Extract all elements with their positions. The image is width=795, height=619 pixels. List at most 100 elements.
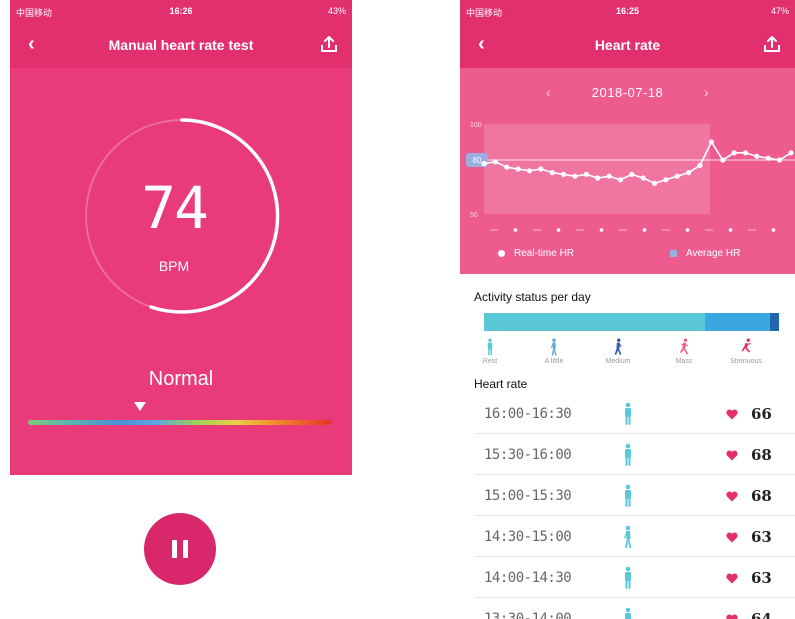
heart-icon — [726, 532, 738, 543]
hr-row-heart — [726, 530, 738, 548]
hr-row-heart — [726, 407, 738, 425]
bpm-unit: BPM — [158, 258, 190, 274]
realtime-hr-point — [572, 173, 578, 179]
realtime-hr-point — [731, 150, 737, 156]
scale-marker-icon — [134, 402, 146, 411]
hr-row-time: 13:30-14:00 — [484, 611, 572, 619]
realtime-hr-point — [595, 175, 601, 181]
share-upload-icon[interactable] — [320, 35, 338, 58]
nav-bar: ‹ Heart rate — [460, 22, 795, 68]
date-label: 2018-07-18 — [591, 85, 664, 100]
realtime-hr-point — [606, 173, 612, 179]
hr-row-time: 14:30-15:00 — [484, 529, 572, 545]
nav-bar: ‹ Manual heart rate test — [10, 22, 352, 68]
status-time: 16:26 — [169, 6, 193, 16]
realtime-hr-point — [515, 166, 521, 172]
hr-row-value: 64 — [751, 610, 772, 619]
heart-rate-screen: 中国移动 16:25 47% ‹ Heart rate ‹ 2018-07-18… — [460, 0, 795, 619]
activity-segment — [770, 313, 779, 331]
realtime-hr-point — [708, 139, 715, 145]
realtime-hr-point — [697, 162, 703, 168]
activity-segment — [484, 313, 706, 331]
hr-row-heart — [726, 489, 738, 507]
hr-row-value: 66 — [751, 405, 772, 423]
bpm-value: 74 — [141, 174, 209, 242]
hr-row-heart — [726, 448, 738, 466]
hr-list-row[interactable]: 15:00-15:30 68 — [474, 475, 795, 516]
hr-list-row[interactable]: 14:30-15:00 63 — [474, 516, 795, 557]
hr-row-activity — [622, 443, 634, 472]
activity-level-item: Strenuous — [714, 338, 778, 365]
heart-rate-chart-panel: ‹ 2018-07-18 › 100 50 80 Real-time HR Aver… — [460, 68, 795, 274]
activity-level-item: Rest — [460, 338, 522, 365]
pause-icon — [172, 540, 177, 558]
page-title: Manual heart rate test — [108, 37, 254, 53]
x-axis-tick — [599, 228, 604, 232]
hr-row-time: 14:00-14:30 — [484, 570, 572, 586]
hr-row-heart — [726, 612, 738, 619]
heart-icon — [726, 573, 738, 584]
status-bar: 中国移动 16:25 47% — [460, 0, 795, 22]
hr-row-value: 63 — [751, 528, 772, 546]
realtime-hr-point — [765, 155, 771, 161]
hr-row-heart — [726, 571, 738, 589]
activity-level-label: A little — [544, 358, 564, 365]
activity-level-label: Strenuous — [730, 358, 762, 365]
pause-button[interactable] — [144, 513, 216, 585]
hr-list-row[interactable]: 15:30-16:00 68 — [474, 434, 795, 475]
standing-person-icon — [625, 484, 631, 507]
sprinting-person-icon — [741, 338, 751, 353]
hr-row-activity — [622, 484, 634, 513]
running-person-icon — [679, 338, 689, 355]
hr-row-value: 68 — [751, 487, 772, 505]
hr-list-row[interactable]: 13:30-14:00 64 — [474, 598, 795, 619]
realtime-hr-point — [674, 173, 680, 179]
y-tick-label: 100 — [470, 122, 482, 129]
date-navigator: ‹ 2018-07-18 › — [460, 84, 795, 104]
activity-level-item: Medium — [586, 338, 650, 365]
heart-icon — [726, 409, 738, 420]
hr-list-row[interactable]: 16:00-16:30 66 — [474, 393, 795, 434]
heart-icon — [726, 491, 738, 502]
activity-level-legend: Rest A little Medium Mass Strenuous — [474, 338, 795, 374]
hr-list-row[interactable]: 14:00-14:30 63 — [474, 557, 795, 598]
realtime-hr-point — [538, 166, 544, 172]
activity-level-label: Medium — [605, 358, 631, 365]
next-day-icon[interactable]: › — [704, 84, 709, 100]
activity-section-title: Activity status per day — [474, 290, 591, 304]
activity-segment — [705, 313, 771, 331]
status-bar: 中国移动 16:26 43% — [10, 0, 352, 22]
hr-row-time: 15:00-15:30 — [484, 488, 572, 504]
activity-distribution-bar — [484, 313, 779, 331]
status-time: 16:25 — [615, 6, 640, 16]
y-tick-label: 50 — [470, 212, 478, 219]
standing-person-icon — [487, 338, 493, 356]
standing-person-icon — [625, 566, 631, 589]
measurement-panel: 74 BPM Normal — [10, 68, 352, 475]
realtime-hr-point — [560, 171, 567, 177]
realtime-hr-point — [526, 168, 533, 174]
hr-row-value: 68 — [751, 446, 772, 464]
page-title: Heart rate — [594, 37, 661, 53]
realtime-legend-label: Real-time HR — [514, 248, 575, 259]
battery-label: 43% — [327, 6, 346, 16]
standing-person-icon — [625, 607, 631, 619]
average-legend-marker — [670, 250, 677, 257]
average-legend-label: Average HR — [686, 248, 741, 259]
manual-test-screen: 中国移动 16:26 43% ‹ Manual heart rate test … — [10, 0, 352, 619]
hr-row-activity — [622, 525, 634, 554]
heart-icon — [726, 450, 738, 461]
pause-icon — [183, 540, 188, 558]
battery-label: 47% — [770, 6, 789, 16]
hr-row-time: 15:30-16:00 — [484, 447, 572, 463]
x-axis-tick — [771, 228, 776, 232]
realtime-hr-point — [720, 157, 726, 163]
hr-row-activity — [622, 566, 634, 595]
realtime-hr-point — [481, 161, 487, 167]
activity-level-item: A little — [522, 338, 586, 365]
realtime-hr-point — [617, 177, 624, 183]
activity-level-label: Mass — [675, 358, 693, 365]
activity-level-item: Mass — [652, 338, 716, 365]
share-upload-icon[interactable] — [763, 35, 781, 58]
hr-row-activity — [622, 402, 634, 431]
